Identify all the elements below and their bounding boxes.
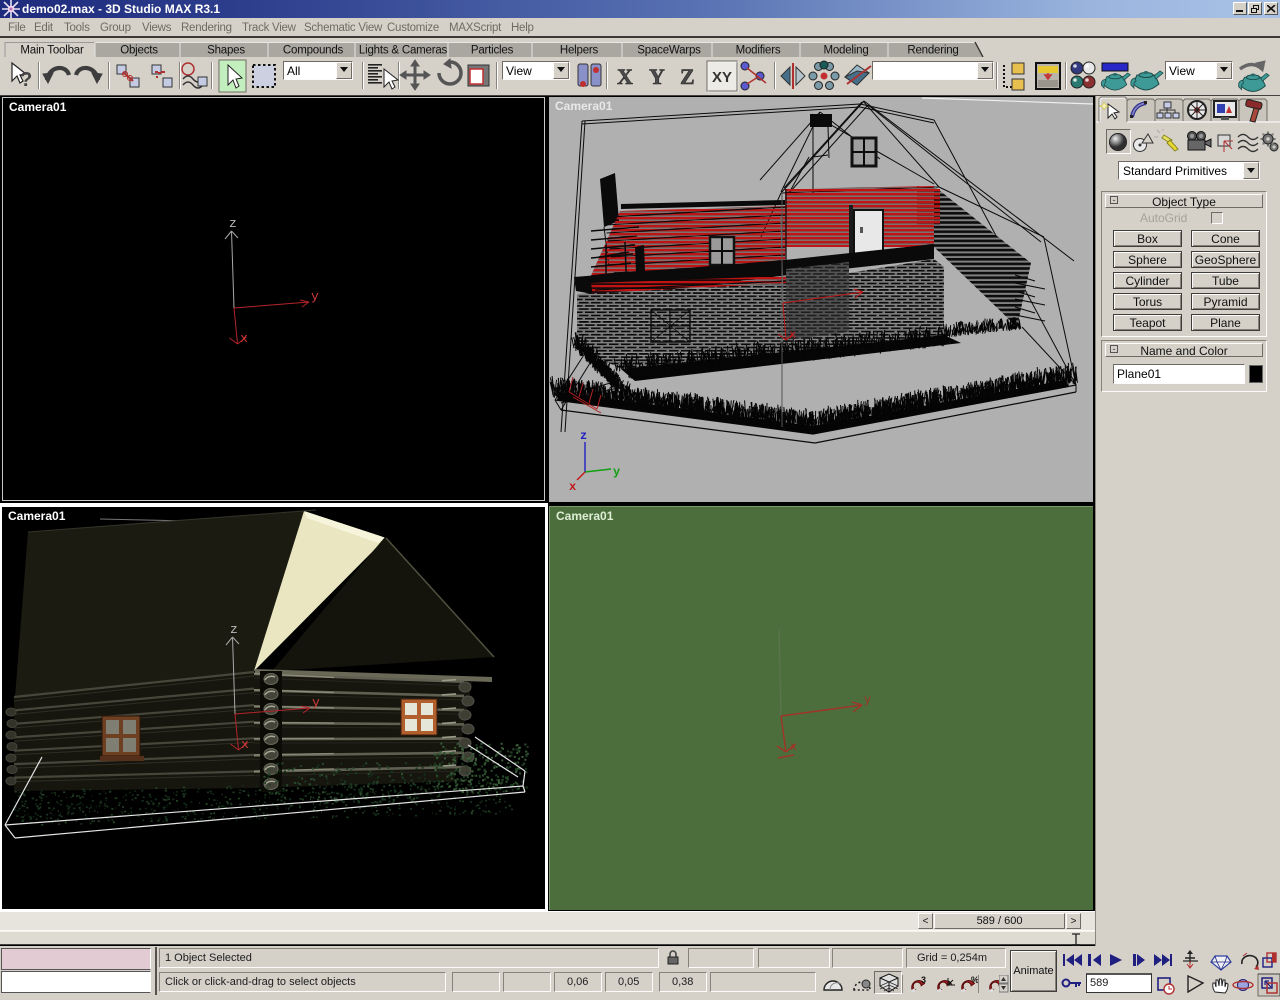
svg-text:x: x — [789, 328, 796, 342]
svg-text:x: x — [241, 737, 249, 752]
svg-text:z: z — [230, 622, 238, 637]
svg-text:x: x — [790, 740, 797, 754]
svg-text:3: 3 — [921, 975, 926, 985]
svg-text:y: y — [613, 465, 620, 479]
svg-text:Z: Z — [680, 64, 695, 89]
svg-text:Modeling: Modeling — [823, 45, 868, 57]
svg-text:x: x — [569, 480, 576, 494]
svg-text:Shapes: Shapes — [207, 45, 245, 57]
svg-text:Rendering: Rendering — [907, 45, 958, 57]
svg-text:Objects: Objects — [120, 45, 158, 57]
svg-text:Particles: Particles — [471, 45, 514, 57]
svg-text:Modifiers: Modifiers — [736, 45, 781, 57]
svg-text:Y: Y — [649, 64, 665, 89]
svg-text:z: z — [580, 429, 587, 443]
svg-text:XY: XY — [712, 69, 732, 86]
svg-text:Helpers: Helpers — [560, 45, 599, 57]
svg-text:SpaceWarps: SpaceWarps — [637, 45, 701, 57]
svg-text:Main Toolbar: Main Toolbar — [20, 45, 84, 57]
svg-text:y: y — [864, 693, 871, 707]
svg-text:x: x — [240, 331, 248, 346]
svg-text:y: y — [312, 695, 320, 710]
svg-text:y: y — [311, 289, 319, 304]
svg-text:Compounds: Compounds — [283, 45, 344, 57]
svg-text:Lights & Cameras: Lights & Cameras — [359, 45, 448, 57]
svg-text:X: X — [617, 64, 633, 89]
svg-text:z: z — [229, 216, 237, 231]
